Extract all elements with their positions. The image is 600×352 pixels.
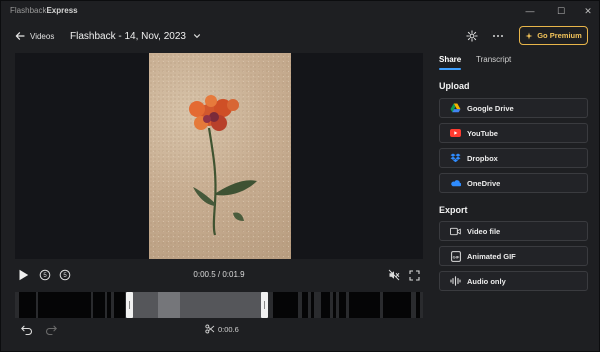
timeline-frame	[339, 292, 346, 318]
close-button[interactable]: ✕	[580, 4, 596, 18]
back-to-videos-button[interactable]: Videos	[15, 28, 54, 44]
minimize-button[interactable]: —	[522, 4, 538, 18]
video-frame	[149, 53, 291, 259]
fullscreen-icon	[408, 269, 420, 281]
arrow-left-icon	[15, 32, 25, 40]
timeline-frame	[311, 292, 314, 318]
tab-share[interactable]: Share	[439, 55, 461, 64]
timeline-frame	[416, 292, 420, 318]
upload-label: Google Drive	[467, 103, 514, 113]
sparkle-icon	[525, 32, 533, 39]
export-audio-only-button[interactable]: Audio only	[439, 271, 588, 291]
timeline-frame	[19, 292, 36, 318]
timeline-frame	[333, 292, 336, 318]
gear-icon	[466, 30, 478, 42]
timeline-frame	[38, 292, 91, 318]
trim-duration: 0:00.6	[205, 324, 239, 334]
share-panel: Share Transcript Upload Google Drive You…	[439, 53, 589, 303]
back-label: Videos	[30, 31, 55, 41]
playback-controls: 5 5 0:00.5 / 0:01.9	[15, 265, 423, 285]
gif-icon: GIF	[450, 250, 461, 262]
timeline-frame	[114, 292, 125, 318]
export-video-file-button[interactable]: Video file	[439, 221, 588, 241]
timeline-frame	[349, 292, 380, 318]
upload-onedrive-button[interactable]: OneDrive	[439, 173, 588, 193]
upload-google-drive-button[interactable]: Google Drive	[439, 98, 588, 118]
timeline-frame	[93, 292, 105, 318]
active-tab-indicator	[439, 68, 461, 70]
app-window: FlashbackExpress — ☐ ✕ Videos Flashback …	[0, 0, 600, 352]
speaker-muted-icon	[388, 269, 400, 281]
timeline-frame	[273, 292, 298, 318]
upload-label: Dropbox	[467, 153, 498, 163]
video-title: Flashback - 14, Nov, 2023	[70, 30, 186, 42]
timeline-frame	[383, 292, 411, 318]
fullscreen-button[interactable]	[406, 267, 422, 283]
mute-button[interactable]	[386, 267, 402, 283]
video-preview[interactable]	[15, 53, 423, 259]
video-title-dropdown[interactable]: Flashback - 14, Nov, 2023	[70, 28, 201, 44]
more-horizontal-icon	[493, 35, 503, 37]
trim-end-handle[interactable]	[261, 292, 268, 318]
scissors-icon	[205, 324, 215, 334]
audio-waveform-icon	[450, 276, 461, 287]
trim-duration-value: 0:00.6	[218, 324, 239, 334]
panel-tabs: Share Transcript	[439, 53, 589, 71]
go-premium-button[interactable]: Go Premium	[519, 26, 588, 45]
svg-text:GIF: GIF	[452, 254, 459, 259]
settings-button[interactable]	[464, 28, 480, 44]
video-file-icon	[450, 226, 461, 237]
upload-heading: Upload	[439, 81, 470, 91]
chevron-down-icon	[193, 34, 201, 39]
header: Videos Flashback - 14, Nov, 2023 Go Prem…	[1, 23, 599, 49]
edit-toolbar: 0:00.6	[15, 321, 423, 339]
upload-label: YouTube	[467, 128, 498, 138]
trim-selection[interactable]	[128, 292, 265, 318]
go-premium-label: Go Premium	[537, 31, 582, 40]
timeline-frame	[107, 292, 111, 318]
flower-image	[189, 95, 257, 236]
tab-transcript[interactable]: Transcript	[476, 55, 511, 64]
export-heading: Export	[439, 205, 468, 215]
onedrive-icon	[450, 178, 461, 189]
upload-youtube-button[interactable]: YouTube	[439, 123, 588, 143]
trim-start-handle[interactable]	[126, 292, 133, 318]
export-label: Audio only	[467, 276, 506, 286]
export-label: Video file	[467, 226, 501, 236]
redo-button[interactable]	[43, 322, 59, 338]
maximize-button[interactable]: ☐	[553, 4, 569, 18]
export-label: Animated GIF	[467, 251, 516, 261]
timeline-frame	[321, 292, 330, 318]
export-animated-gif-button[interactable]: GIF Animated GIF	[439, 246, 588, 266]
app-name: FlashbackExpress	[10, 6, 78, 15]
timeline-frame	[302, 292, 308, 318]
timeline-track[interactable]	[15, 292, 423, 318]
dropbox-icon	[450, 153, 461, 164]
undo-button[interactable]	[19, 322, 35, 338]
youtube-icon	[450, 128, 461, 139]
selection-highlight	[158, 292, 180, 318]
upload-label: OneDrive	[467, 178, 501, 188]
undo-icon	[21, 325, 32, 335]
redo-icon	[46, 325, 57, 335]
google-drive-icon	[450, 103, 461, 114]
playback-time: 0:00.5 / 0:01.9	[193, 270, 245, 279]
upload-dropbox-button[interactable]: Dropbox	[439, 148, 588, 168]
title-bar: FlashbackExpress — ☐ ✕	[1, 1, 599, 21]
more-options-button[interactable]	[490, 28, 506, 44]
